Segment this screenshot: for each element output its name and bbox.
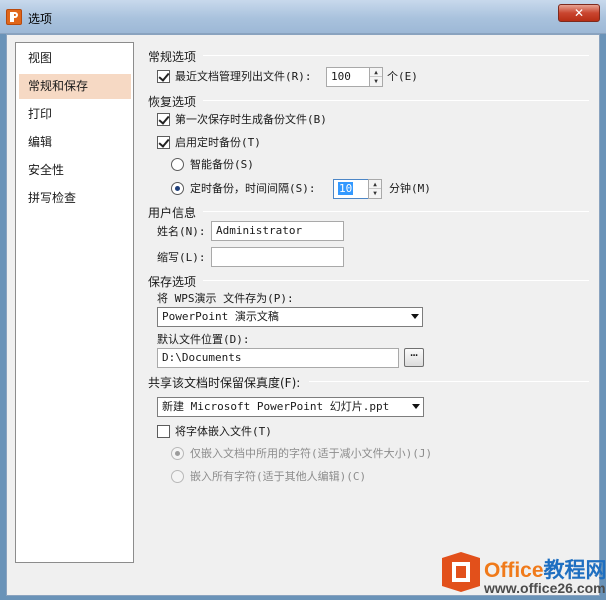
save-as-label: 将 WPS演示 文件存为(P): bbox=[157, 292, 294, 305]
recent-files-count-input[interactable]: 100 bbox=[326, 67, 370, 87]
embed-used-chars-label: 仅嵌入文档中所用的字符(适于减小文件大小)(J) bbox=[190, 447, 433, 460]
backup-interval-input[interactable]: 10 bbox=[333, 179, 369, 199]
recent-files-unit: 个(E) bbox=[387, 70, 418, 83]
dialog-body: 视图 常规和保存 打印 编辑 安全性 拼写检查 常规选项 最近文档管理列出文件(… bbox=[6, 34, 600, 596]
embed-all-chars-radio[interactable] bbox=[171, 470, 184, 483]
first-save-backup-checkbox[interactable] bbox=[157, 113, 170, 126]
embed-all-chars-label: 嵌入所有字符(适于其他人编辑)(C) bbox=[190, 470, 367, 483]
nav-item-general-save[interactable]: 常规和保存 bbox=[19, 74, 131, 99]
section-title-save-options: 保存选项 bbox=[148, 275, 197, 289]
spin-down-icon[interactable]: ▼ bbox=[369, 189, 381, 198]
section-title-fidelity: 共享该文档时保留保真度(F): bbox=[148, 376, 301, 390]
interval-backup-radio[interactable] bbox=[171, 182, 184, 195]
section-divider bbox=[203, 280, 589, 281]
spin-up-icon[interactable]: ▲ bbox=[369, 180, 381, 189]
close-button[interactable]: ✕ bbox=[558, 4, 600, 22]
save-as-format-select[interactable]: PowerPoint 演示文稿 bbox=[157, 307, 423, 327]
spin-up-icon[interactable]: ▲ bbox=[370, 68, 382, 77]
section-title-user-info: 用户信息 bbox=[148, 206, 197, 220]
spin-down-icon[interactable]: ▼ bbox=[370, 77, 382, 86]
window-title: 选项 bbox=[28, 12, 53, 26]
options-nav-list: 视图 常规和保存 打印 编辑 安全性 拼写检查 bbox=[15, 42, 134, 563]
user-name-input[interactable]: Administrator bbox=[211, 221, 344, 241]
browse-folder-button[interactable]: ⋯ bbox=[404, 348, 424, 367]
timed-backup-label: 启用定时备份(T) bbox=[175, 136, 261, 149]
recent-files-label: 最近文档管理列出文件(R): bbox=[175, 70, 312, 83]
name-label: 姓名(N): bbox=[157, 225, 206, 238]
recent-files-spin-buttons[interactable]: ▲ ▼ bbox=[369, 67, 383, 87]
embed-used-chars-radio[interactable] bbox=[171, 447, 184, 460]
chevron-down-icon bbox=[412, 404, 420, 409]
embed-fonts-checkbox[interactable] bbox=[157, 425, 170, 438]
general-save-panel: 常规选项 最近文档管理列出文件(R): 100 ▲ ▼ 个(E) 恢复选项 第一… bbox=[143, 42, 593, 512]
backup-interval-spin-buttons[interactable]: ▲ ▼ bbox=[368, 179, 382, 199]
section-title-general: 常规选项 bbox=[148, 50, 197, 64]
smart-backup-radio[interactable] bbox=[171, 158, 184, 171]
section-divider bbox=[309, 381, 589, 382]
section-divider bbox=[203, 55, 589, 56]
backup-interval-spinner: 10 ▲ ▼ bbox=[333, 179, 383, 199]
nav-item-view[interactable]: 视图 bbox=[19, 46, 131, 71]
title-bar: 选项 ✕ bbox=[0, 0, 606, 34]
interval-unit: 分钟(M) bbox=[389, 182, 431, 195]
interval-backup-label: 定时备份，时间间隔(S): bbox=[190, 182, 316, 195]
nav-item-print[interactable]: 打印 bbox=[19, 102, 131, 127]
initials-label: 缩写(L): bbox=[157, 251, 206, 264]
fidelity-document-value: 新建 Microsoft PowerPoint 幻灯片.ppt bbox=[162, 400, 390, 413]
save-as-format-value: PowerPoint 演示文稿 bbox=[162, 310, 279, 323]
embed-fonts-label: 将字体嵌入文件(T) bbox=[175, 425, 272, 438]
section-divider bbox=[203, 211, 589, 212]
default-location-input[interactable]: D:\Documents bbox=[157, 348, 399, 368]
wps-presentation-icon bbox=[6, 9, 22, 25]
section-divider bbox=[203, 100, 589, 101]
fidelity-document-select[interactable]: 新建 Microsoft PowerPoint 幻灯片.ppt bbox=[157, 397, 424, 417]
timed-backup-checkbox[interactable] bbox=[157, 136, 170, 149]
chevron-down-icon bbox=[411, 314, 419, 319]
office-logo-icon bbox=[442, 552, 480, 592]
default-location-label: 默认文件位置(D): bbox=[157, 333, 250, 346]
first-save-backup-label: 第一次保存时生成备份文件(B) bbox=[175, 113, 327, 126]
initials-input[interactable] bbox=[211, 247, 344, 267]
nav-item-spell-check[interactable]: 拼写检查 bbox=[19, 186, 131, 211]
site-watermark: Office教程网 www.office26.com bbox=[436, 552, 606, 600]
recent-files-checkbox[interactable] bbox=[157, 70, 170, 83]
watermark-url: www.office26.com bbox=[484, 580, 606, 596]
recent-files-spinner: 100 ▲ ▼ bbox=[326, 67, 384, 87]
smart-backup-label: 智能备份(S) bbox=[190, 158, 254, 171]
nav-item-edit[interactable]: 编辑 bbox=[19, 130, 131, 155]
nav-item-security[interactable]: 安全性 bbox=[19, 158, 131, 183]
section-title-recovery: 恢复选项 bbox=[148, 95, 197, 109]
